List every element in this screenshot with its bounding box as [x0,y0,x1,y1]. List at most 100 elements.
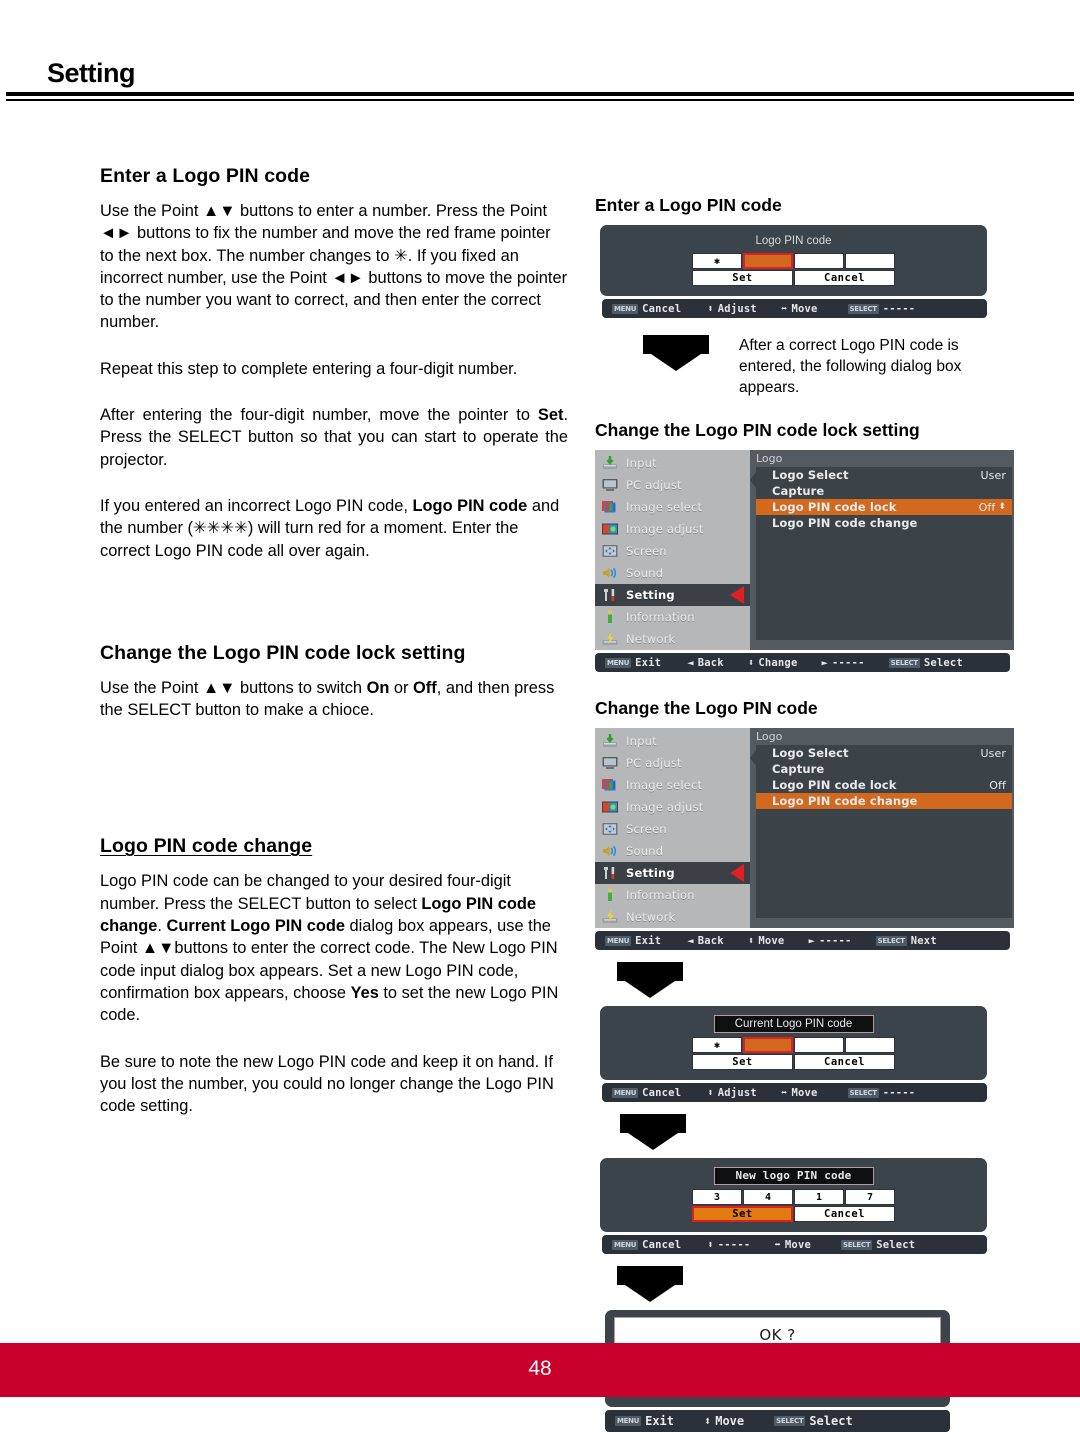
sidebar-item-pc-adjust[interactable]: PC adjust [595,474,750,496]
panel-row[interactable]: Logo PIN code change [756,515,1012,531]
panel-row-label: Logo PIN code lock [772,778,897,792]
sidebar-item-setting[interactable]: Setting [595,584,750,606]
bar-label-adjust: Adjust [717,302,757,315]
pin-cancel-button[interactable]: Cancel [794,1206,895,1222]
pin-button-row: Set Cancel [600,270,987,286]
panel-row[interactable]: Logo Select User [756,467,1012,483]
select-key-icon: SELECT [841,1239,873,1250]
menu-key-icon: MENU [605,935,632,946]
flow-arrow-down-icon [643,335,709,371]
osd-status-bar: MENU Exit ◄ Back ⬍ Move ► ----- SELECT Next [595,931,1010,950]
menu-sidebar: Input PC adjust Image select Image adjust Sc… [595,728,750,928]
sidebar-item-image-select[interactable]: Image select [595,496,750,518]
pin-digit-box[interactable]: ✱ [692,253,742,269]
pin-digit-box[interactable] [845,1037,895,1053]
sidebar-item-label: PC adjust [626,756,682,770]
pin-set-button[interactable]: Set [692,1206,793,1222]
pin-set-button[interactable]: Set [692,270,793,286]
selection-caret-icon [730,586,744,604]
pin-digit-box[interactable]: ✱ [692,1037,742,1053]
sidebar-item-screen[interactable]: Screen [595,818,750,840]
bar-label-dashes: ----- [717,1238,751,1251]
bar-label-cancel: Cancel [642,302,682,315]
pin-digit-box[interactable]: 1 [794,1189,844,1205]
sidebar-item-label: Image adjust [626,800,704,814]
bar-label-adjust: Adjust [717,1086,757,1099]
sidebar-item-information[interactable]: Information [595,884,750,906]
osd-status-bar: MENU Cancel ⬍ Adjust ⬌ Move SELECT ----- [602,299,987,318]
select-key-icon: SELECT [847,1087,879,1098]
osd-status-bar: MENU Cancel ⬍ ----- ⬌ Move SELECT Select [602,1235,987,1254]
sidebar-item-pc-adjust[interactable]: PC adjust [595,752,750,774]
pin-digit-box[interactable]: 7 [845,1189,895,1205]
sidebar-item-label: Sound [626,566,664,580]
sidebar-item-image-select[interactable]: Image select [595,774,750,796]
osd-status-bar: MENU Exit ◄ Back ⬍ Change ► ----- SELECT Sele… [595,653,1010,672]
panel-row[interactable]: Logo PIN code lock Off [756,777,1012,793]
menu-body: Input PC adjust Image select Image adjust Sc… [595,450,1014,650]
osd-menu-change: Input PC adjust Image select Image adjust Sc… [595,728,1014,950]
flow-arrow-down-icon [617,962,683,998]
menu-panel: Logo Logo Select User Capture Logo PIN code… [750,728,1014,928]
updown-stepper-icon[interactable]: ⬍ [998,502,1006,512]
page-number: 48 [528,1357,552,1380]
panel-row[interactable]: Capture [756,761,1012,777]
figure-title-change-logo-pin: Change the Logo PIN code [595,698,818,718]
pin-button-row: Set Cancel [600,1054,987,1070]
panel-row-list: Logo Select User Capture Logo PIN code lock… [750,745,1012,918]
updown-arrows-icon: ⬍ [704,1414,712,1428]
right-arrow-icon: ► [808,934,815,947]
pin-digit-box-cursor[interactable] [743,253,793,269]
bar-label-select: Select [809,1414,853,1428]
pin-dialog: New logo PIN code 3 4 1 7 Set Cancel [600,1158,987,1232]
pin-set-button[interactable]: Set [692,1054,793,1070]
image-adjust-icon [601,521,619,537]
panel-row-value: Off ⬍ [978,500,1006,514]
panel-row[interactable]: Logo PIN code lock Off ⬍ [756,499,1012,515]
panel-row[interactable]: Capture [756,483,1012,499]
select-key-icon: SELECT [847,303,879,314]
sidebar-item-information[interactable]: Information [595,606,750,628]
sidebar-item-image-adjust[interactable]: Image adjust [595,796,750,818]
updown-arrows-icon: ⬍ [747,656,755,669]
pin-digit-box[interactable]: 3 [692,1189,742,1205]
pin-digit-box[interactable] [845,253,895,269]
sidebar-item-input[interactable]: Input [595,730,750,752]
info-icon [601,887,619,903]
menu-key-icon: MENU [615,1416,642,1426]
select-key-icon: SELECT [888,657,920,668]
pin-digit-box[interactable] [794,253,844,269]
sidebar-item-network[interactable]: Network [595,906,750,928]
panel-row[interactable]: Logo Select User [756,745,1012,761]
bar-label-move: Move [791,302,818,315]
pin-cancel-button[interactable]: Cancel [794,270,895,286]
bar-label-exit: Exit [635,656,662,669]
image-select-icon [601,499,619,515]
paragraph-enter-pin-3: After entering the four-digit number, mo… [100,406,568,469]
sidebar-item-network[interactable]: Network [595,628,750,650]
bar-label-dashes: ----- [832,656,865,669]
sidebar-item-image-adjust[interactable]: Image adjust [595,518,750,540]
sidebar-item-label: Image select [626,778,703,792]
panel-row[interactable]: Logo PIN code change [756,793,1012,809]
pin-cancel-button[interactable]: Cancel [794,1054,895,1070]
menu-key-icon: MENU [612,1087,639,1098]
sidebar-item-setting[interactable]: Setting [595,862,750,884]
bar-label-move: Move [715,1414,745,1428]
panel-row-label: Logo PIN code change [772,516,918,530]
pin-digit-box[interactable] [794,1037,844,1053]
page-header: Setting [0,0,1080,101]
sidebar-item-sound[interactable]: Sound [595,562,750,584]
sidebar-item-label: Setting [626,588,675,602]
pin-dialog-title: Current Logo PIN code [713,1015,874,1033]
pin-digit-box[interactable]: 4 [743,1189,793,1205]
pin-digit-box-cursor[interactable] [743,1037,793,1053]
bar-label-cancel: Cancel [642,1086,682,1099]
menu-key-icon: MENU [612,1239,639,1250]
left-arrow-icon: ◄ [687,934,694,947]
sidebar-item-label: Network [626,632,676,646]
sidebar-item-input[interactable]: Input [595,452,750,474]
sidebar-item-screen[interactable]: Screen [595,540,750,562]
arrow-note-text: After a correct Logo PIN code is entered… [739,337,962,396]
sidebar-item-sound[interactable]: Sound [595,840,750,862]
